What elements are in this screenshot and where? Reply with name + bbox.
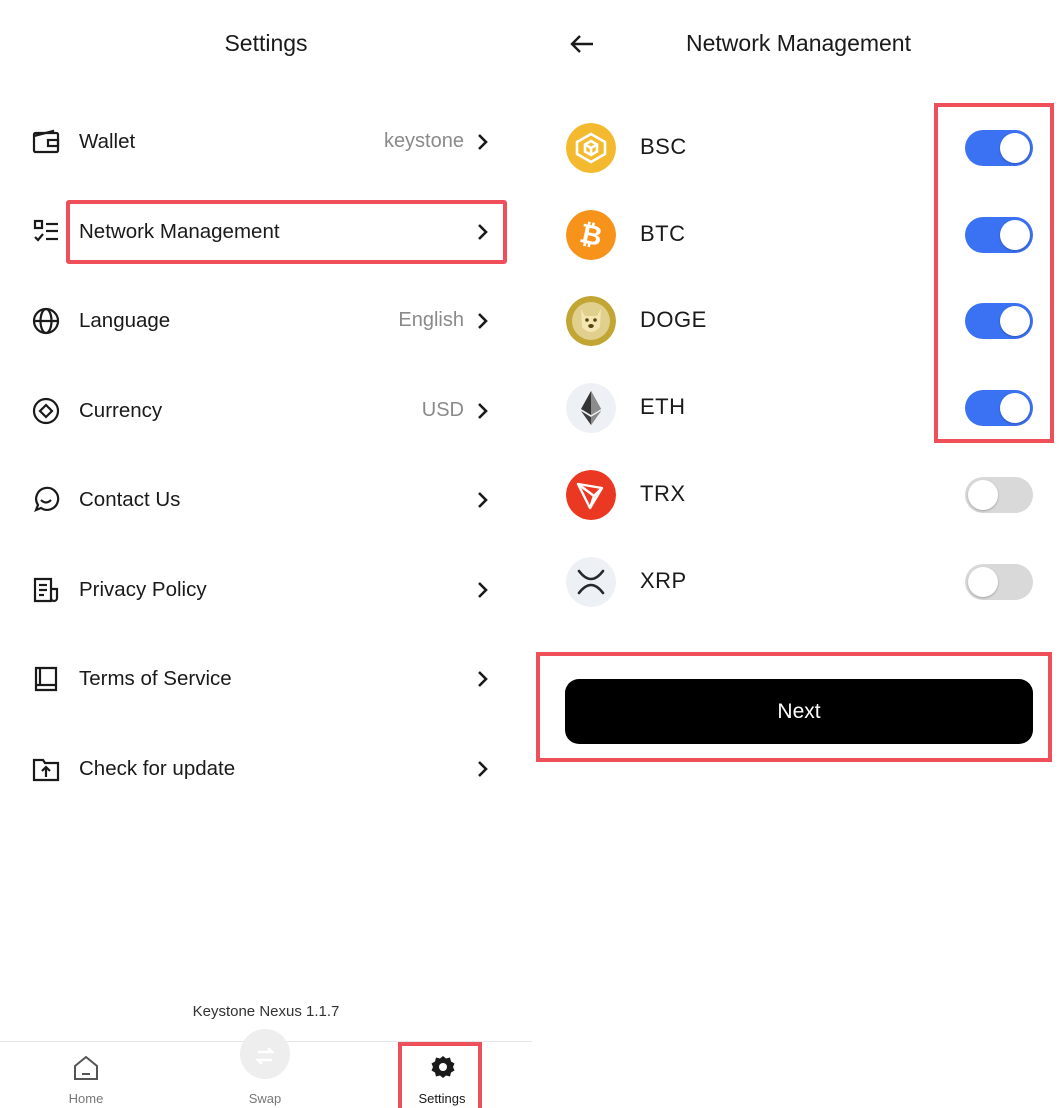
settings-item-value: keystone xyxy=(383,130,464,152)
trx-logo-icon xyxy=(566,470,616,520)
settings-item-value: USD xyxy=(421,399,464,421)
network-name: ETH xyxy=(640,394,686,419)
network-name: XRP xyxy=(640,568,687,593)
settings-item-label: Check for update xyxy=(79,757,236,780)
tab-swap[interactable]: Swap xyxy=(205,1041,325,1108)
page-title: Settings xyxy=(224,30,308,56)
xrp-logo-icon xyxy=(566,557,616,607)
toggle-knob xyxy=(968,567,998,597)
network-row-trx: TRX xyxy=(532,465,1062,525)
highlight-box xyxy=(66,200,507,264)
settings-item-value: English xyxy=(398,309,464,331)
chevron-right-icon xyxy=(478,403,488,419)
app-version: Keystone Nexus 1.1.7 xyxy=(192,1003,340,1020)
network-row-xrp: XRP xyxy=(532,552,1062,612)
page-title: Network Management xyxy=(686,30,911,56)
settings-item-check-for-update[interactable]: Check for update xyxy=(0,744,532,794)
bsc-logo-icon xyxy=(566,123,616,173)
settings-screen: Settings Wallet keystone Network Managem… xyxy=(0,0,532,1108)
home-icon xyxy=(74,1055,98,1080)
settings-item-label: Wallet xyxy=(79,130,136,153)
highlight-box xyxy=(398,1042,482,1108)
doge-logo-icon xyxy=(566,296,616,346)
tab-label: Swap xyxy=(248,1091,282,1106)
btc-logo-icon: ₿ xyxy=(566,210,616,260)
chevron-right-icon xyxy=(478,582,488,598)
settings-item-label: Privacy Policy xyxy=(79,578,207,601)
wallet-icon xyxy=(32,129,60,154)
settings-item-wallet[interactable]: Wallet keystone xyxy=(0,117,532,167)
chevron-right-icon xyxy=(478,134,488,150)
toggle-trx[interactable] xyxy=(965,477,1033,513)
tab-label: Home xyxy=(68,1091,104,1106)
settings-item-label: Currency xyxy=(79,399,163,422)
settings-item-terms-of-service[interactable]: Terms of Service xyxy=(0,654,532,704)
network-name: BSC xyxy=(640,134,687,159)
settings-item-label: Terms of Service xyxy=(79,667,232,690)
upload-folder-icon xyxy=(32,758,60,782)
chat-icon xyxy=(34,486,60,512)
tab-home[interactable]: Home xyxy=(26,1041,146,1108)
settings-item-contact-us[interactable]: Contact Us xyxy=(0,475,532,525)
network-name: DOGE xyxy=(640,307,707,332)
settings-item-language[interactable]: Language English xyxy=(0,296,532,346)
chevron-right-icon xyxy=(478,313,488,329)
checklist-icon xyxy=(33,219,58,242)
swap-icon xyxy=(254,1047,276,1065)
chevron-right-icon xyxy=(478,492,488,508)
network-management-screen: Network Management BSC ₿ BTC DOGE ETH TR… xyxy=(532,0,1062,1108)
settings-item-privacy-policy[interactable]: Privacy Policy xyxy=(0,565,532,615)
chevron-right-icon xyxy=(478,761,488,777)
highlight-box xyxy=(934,103,1054,443)
eth-logo-icon xyxy=(566,383,616,433)
book-icon xyxy=(34,666,58,692)
currency-icon xyxy=(32,397,60,425)
toggle-knob xyxy=(968,480,998,510)
network-name: BTC xyxy=(640,221,686,246)
globe-icon xyxy=(32,307,60,335)
settings-item-label: Contact Us xyxy=(79,488,181,511)
document-icon xyxy=(33,577,59,603)
settings-item-label: Language xyxy=(79,309,171,332)
settings-item-currency[interactable]: Currency USD xyxy=(0,386,532,436)
toggle-xrp[interactable] xyxy=(965,564,1033,600)
next-button[interactable]: Next xyxy=(565,679,1033,744)
network-name: TRX xyxy=(640,481,686,506)
chevron-right-icon xyxy=(478,671,488,687)
